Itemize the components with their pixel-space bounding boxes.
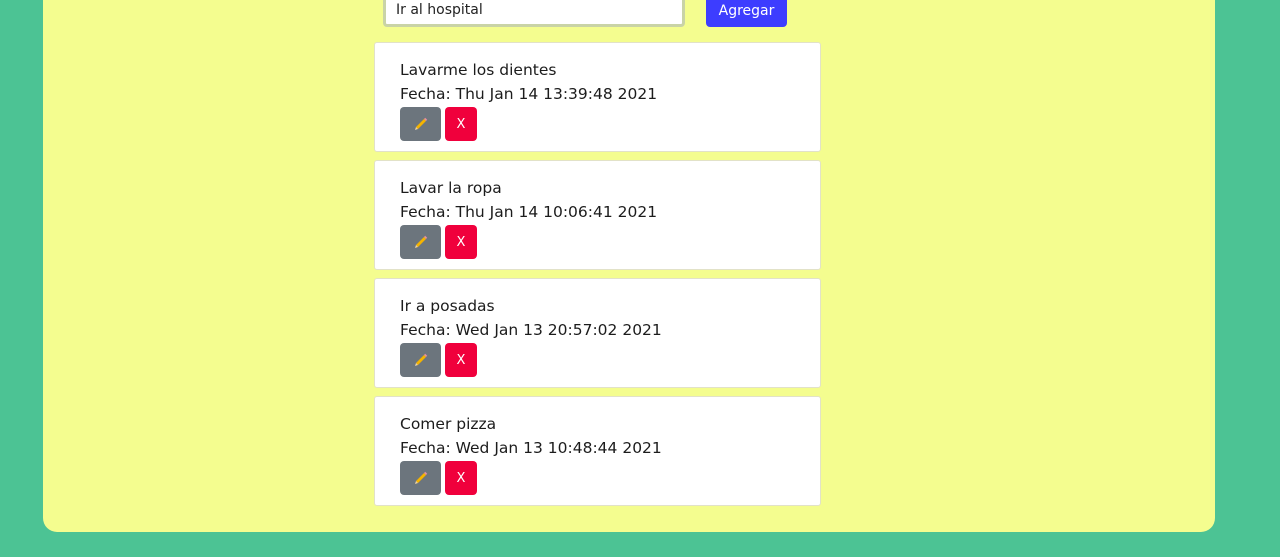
- edit-button[interactable]: [400, 343, 441, 377]
- task-title: Comer pizza: [400, 415, 497, 433]
- edit-button[interactable]: [400, 107, 441, 141]
- task-card: Ir a posadas Fecha: Wed Jan 13 20:57:02 …: [374, 278, 821, 388]
- add-button[interactable]: Agregar: [706, 0, 787, 27]
- delete-button[interactable]: X: [445, 107, 477, 141]
- task-title: Lavar la ropa: [400, 179, 502, 197]
- task-card: Lavarme los dientes Fecha: Thu Jan 14 13…: [374, 42, 821, 152]
- task-actions: X: [400, 343, 820, 377]
- pencil-icon: [414, 471, 427, 484]
- task-title: Ir a posadas: [400, 297, 495, 315]
- task-card: Comer pizza Fecha: Wed Jan 13 10:48:44 2…: [374, 396, 821, 506]
- edit-button[interactable]: [400, 225, 441, 259]
- task-title: Lavarme los dientes: [400, 61, 557, 79]
- delete-button[interactable]: X: [445, 461, 477, 495]
- pencil-icon: [414, 353, 427, 366]
- task-date: Fecha: Thu Jan 14 10:06:41 2021: [400, 203, 658, 221]
- edit-button[interactable]: [400, 461, 441, 495]
- pencil-icon: [414, 117, 427, 130]
- task-card: Lavar la ropa Fecha: Thu Jan 14 10:06:41…: [374, 160, 821, 270]
- task-actions: X: [400, 225, 820, 259]
- task-input[interactable]: [383, 0, 685, 27]
- pencil-icon: [414, 235, 427, 248]
- task-date: Fecha: Wed Jan 13 10:48:44 2021: [400, 439, 662, 457]
- delete-button[interactable]: X: [445, 343, 477, 377]
- task-list: Lavarme los dientes Fecha: Thu Jan 14 13…: [374, 42, 821, 514]
- task-actions: X: [400, 461, 820, 495]
- delete-button[interactable]: X: [445, 225, 477, 259]
- main-panel: Agregar Lavarme los dientes Fecha: Thu J…: [43, 0, 1215, 532]
- task-actions: X: [400, 107, 820, 141]
- task-date: Fecha: Wed Jan 13 20:57:02 2021: [400, 321, 662, 339]
- task-date: Fecha: Thu Jan 14 13:39:48 2021: [400, 85, 658, 103]
